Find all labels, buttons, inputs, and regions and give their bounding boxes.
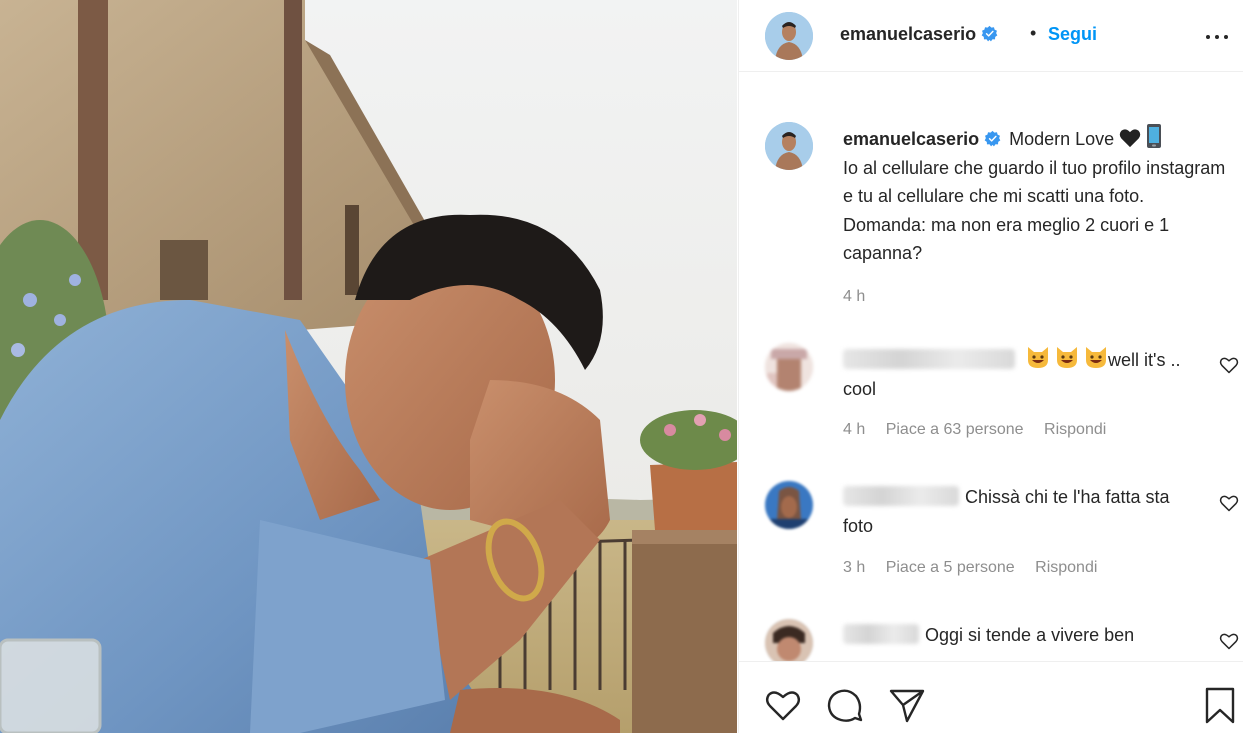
header-separator: • bbox=[1030, 23, 1037, 43]
comment-like-heart-icon[interactable] bbox=[1219, 355, 1239, 375]
comment-meta: 4 h Piace a 63 persone Rispondi bbox=[843, 421, 1122, 439]
follow-button[interactable]: Segui bbox=[1048, 24, 1097, 45]
post-header: emanuelcaserio • Segui bbox=[739, 0, 1243, 72]
comment-likes[interactable]: Piace a 5 persone bbox=[886, 559, 1015, 576]
author-username[interactable]: emanuelcaserio bbox=[840, 24, 998, 45]
reply-button[interactable]: Rispondi bbox=[1044, 421, 1106, 438]
caption-title: Modern Love bbox=[1009, 129, 1115, 149]
commenter-avatar[interactable] bbox=[765, 343, 813, 391]
reply-button[interactable]: Rispondi bbox=[1035, 559, 1097, 576]
comment-item: well it's .. cool 4 h Piace a 63 persone… bbox=[739, 343, 1243, 473]
comment-like-heart-icon[interactable] bbox=[1219, 631, 1239, 651]
caption-author-avatar[interactable] bbox=[765, 122, 813, 170]
comment-like-heart-icon[interactable] bbox=[1219, 493, 1239, 513]
comment-body: Oggi si tende a vivere ben bbox=[925, 625, 1135, 645]
grinning-cat-icon bbox=[1028, 347, 1049, 368]
comment-timestamp[interactable]: 4 h bbox=[843, 421, 865, 438]
post-photo[interactable] bbox=[0, 0, 737, 733]
avatar-image bbox=[765, 619, 813, 661]
caption-text: emanuelcaserio Modern Love Io al cellula… bbox=[843, 124, 1228, 268]
comment-icon[interactable] bbox=[826, 686, 864, 724]
caption-timestamp[interactable]: 4 h bbox=[843, 288, 865, 306]
post-sidebar: emanuelcaserio • Segui emanuelcaserio Mo… bbox=[738, 0, 1243, 733]
comment-text: Chissà chi te l'ha fatta sta foto bbox=[843, 483, 1193, 540]
more-options-icon[interactable] bbox=[1204, 25, 1230, 47]
avatar-image bbox=[765, 12, 813, 60]
commenter-username-redacted[interactable] bbox=[843, 349, 1015, 369]
post-action-bar bbox=[739, 661, 1243, 733]
verified-badge-icon bbox=[981, 25, 998, 42]
comment-meta: 3 h Piace a 5 persone Rispondi bbox=[843, 559, 1113, 577]
comments-list[interactable]: emanuelcaserio Modern Love Io al cellula… bbox=[739, 73, 1243, 661]
like-heart-icon[interactable] bbox=[764, 686, 802, 724]
verified-badge-icon bbox=[984, 130, 1001, 147]
share-icon[interactable] bbox=[888, 686, 926, 724]
caption-body: Io al cellulare che guardo il tuo profil… bbox=[843, 157, 1226, 264]
mobile-phone-icon bbox=[1147, 124, 1162, 148]
avatar-image bbox=[765, 343, 813, 391]
comment-text: well it's .. cool bbox=[843, 345, 1193, 403]
commenter-avatar[interactable] bbox=[765, 481, 813, 529]
comment-item: Oggi si tende a vivere ben bbox=[739, 619, 1243, 661]
comment-timestamp[interactable]: 3 h bbox=[843, 559, 865, 576]
comment-item: Chissà chi te l'ha fatta sta foto 3 h Pi… bbox=[739, 481, 1243, 611]
comment-text: Oggi si tende a vivere ben bbox=[843, 621, 1193, 650]
post-image bbox=[0, 0, 737, 733]
grinning-cat-icon bbox=[1057, 347, 1078, 368]
avatar-image bbox=[765, 481, 813, 529]
commenter-username-redacted[interactable] bbox=[843, 486, 959, 506]
commenter-avatar[interactable] bbox=[765, 619, 813, 661]
author-avatar[interactable] bbox=[765, 12, 813, 60]
comment-likes[interactable]: Piace a 63 persone bbox=[886, 421, 1024, 438]
grinning-cat-icon bbox=[1086, 347, 1107, 368]
commenter-username-redacted[interactable] bbox=[843, 624, 919, 644]
save-bookmark-icon[interactable] bbox=[1201, 686, 1239, 724]
caption-username[interactable]: emanuelcaserio bbox=[843, 129, 1001, 149]
avatar-image bbox=[765, 122, 813, 170]
black-heart-icon bbox=[1119, 129, 1141, 148]
